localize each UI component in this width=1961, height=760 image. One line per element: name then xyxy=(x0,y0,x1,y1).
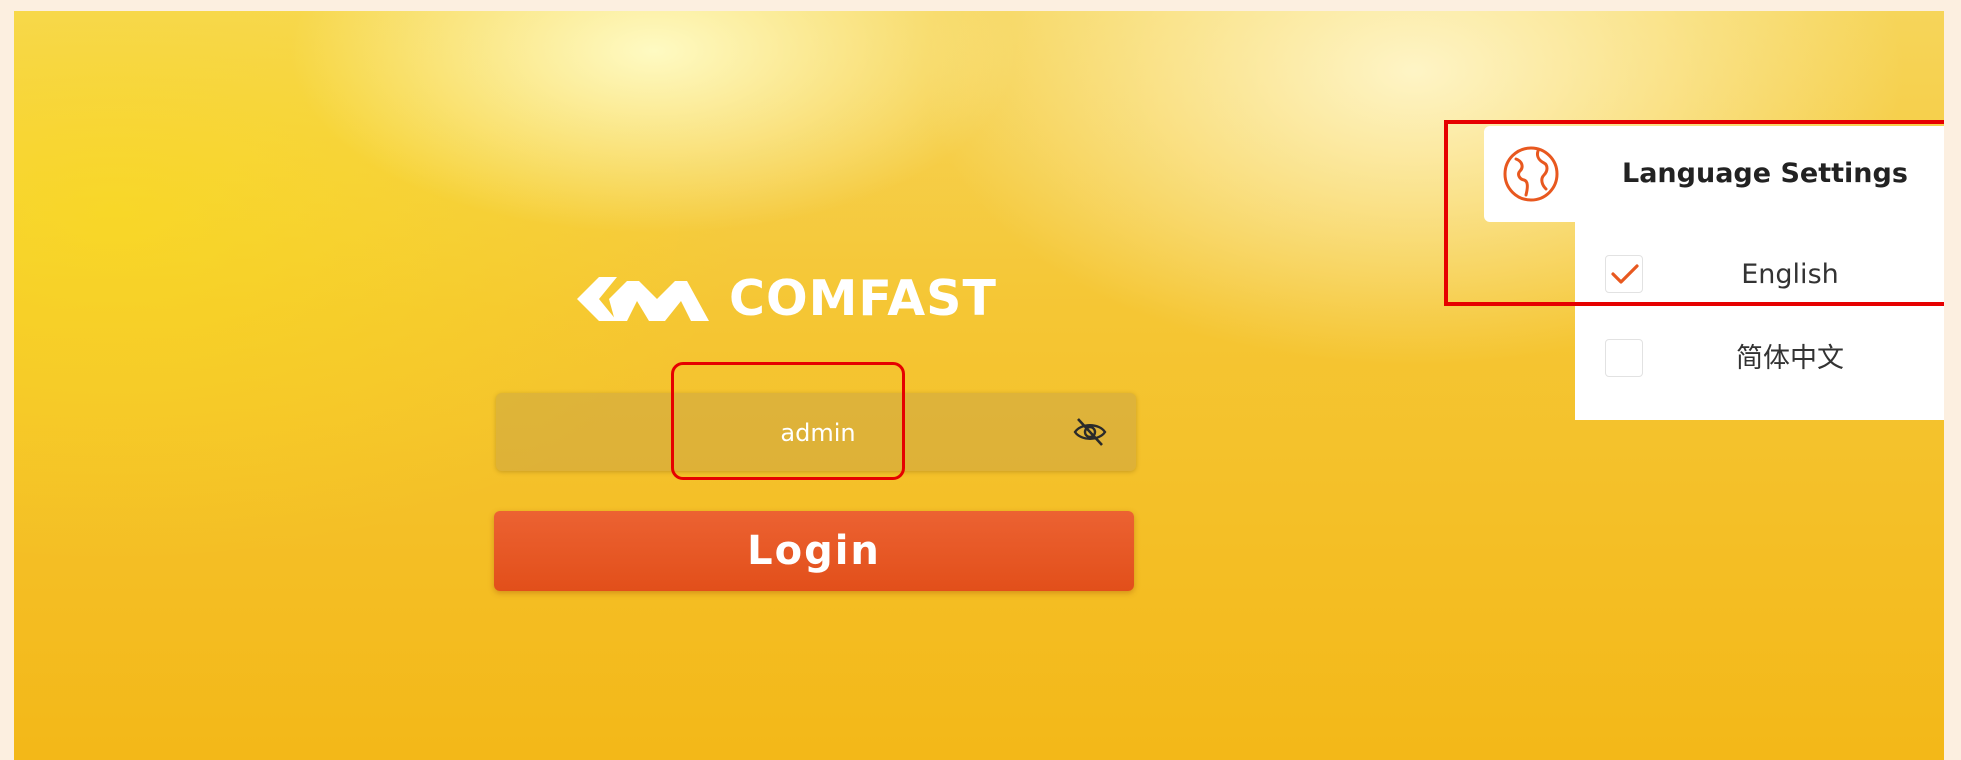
language-highlight-box xyxy=(1444,120,1944,306)
eye-slash-icon[interactable] xyxy=(1072,415,1108,449)
password-highlight-box xyxy=(671,362,905,480)
language-option-label: 简体中文 xyxy=(1736,343,1844,374)
login-button[interactable]: Login xyxy=(494,511,1134,591)
comfast-logo-mark-icon xyxy=(577,277,709,321)
language-option-chinese[interactable]: 简体中文 xyxy=(1575,319,1944,399)
login-background: COMFAST Login Language Settings xyxy=(14,11,1944,760)
brand-logo: COMFAST xyxy=(577,269,1067,329)
brand-name: COMFAST xyxy=(729,270,997,327)
language-checkbox-chinese[interactable] xyxy=(1605,339,1643,377)
